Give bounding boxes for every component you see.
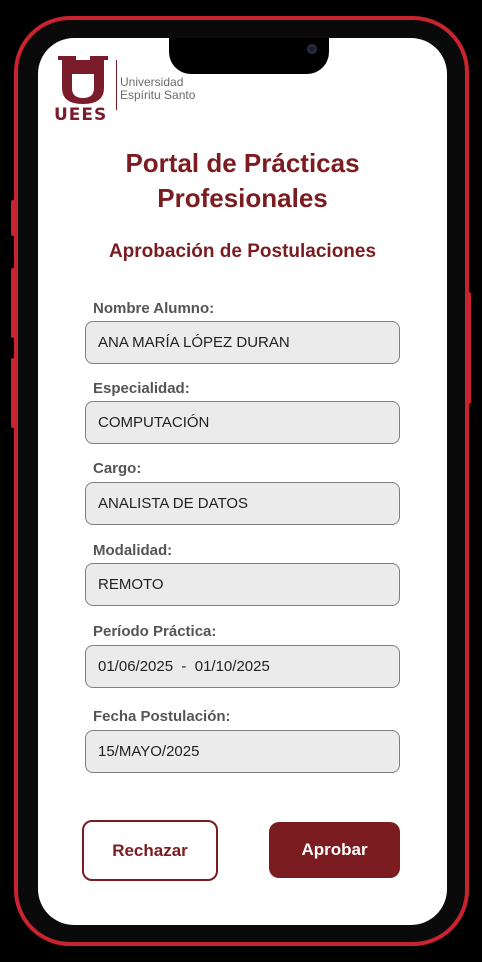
student-name-label: Nombre Alumno: — [93, 300, 215, 317]
volume-up-button — [11, 268, 15, 338]
position-label: Cargo: — [93, 460, 142, 477]
modality-field[interactable]: REMOTO — [85, 563, 400, 606]
position-field[interactable]: ANALISTA DE DATOS — [85, 482, 400, 525]
application-date-label: Fecha Postulación: — [93, 708, 231, 725]
page-title: Portal de Prácticas Profesionales — [38, 146, 447, 216]
specialty-field[interactable]: COMPUTACIÓN — [85, 401, 400, 444]
approve-button[interactable]: Aprobar — [269, 822, 400, 878]
internship-period-label: Período Práctica: — [93, 623, 217, 640]
mute-switch — [11, 200, 15, 236]
volume-down-button — [11, 358, 15, 428]
modality-label: Modalidad: — [93, 542, 173, 559]
front-camera-icon — [307, 44, 317, 54]
page-title-line1: Portal de Prácticas — [125, 148, 360, 178]
power-button — [467, 292, 471, 404]
application-date-field[interactable]: 15/MAYO/2025 — [85, 730, 400, 773]
page-title-line2: Profesionales — [157, 183, 328, 213]
phone-screen: UEES Universidad Espíritu Santo Portal d… — [38, 38, 447, 925]
uees-logo: UEES Universidad Espíritu Santo — [54, 54, 214, 128]
logo-divider — [116, 60, 117, 110]
uees-emblem-icon — [58, 56, 108, 104]
student-name-field[interactable]: ANA MARÍA LÓPEZ DURAN — [85, 321, 400, 364]
specialty-label: Especialidad: — [93, 380, 190, 397]
university-name-line2: Espíritu Santo — [120, 88, 196, 102]
page-subtitle: Aprobación de Postulaciones — [108, 241, 377, 262]
university-name: Universidad Espíritu Santo — [120, 76, 195, 102]
reject-button[interactable]: Rechazar — [82, 820, 218, 881]
internship-period-field[interactable]: 01/06/2025 - 01/10/2025 — [85, 645, 400, 688]
logo-wordmark: UEES — [54, 105, 108, 125]
